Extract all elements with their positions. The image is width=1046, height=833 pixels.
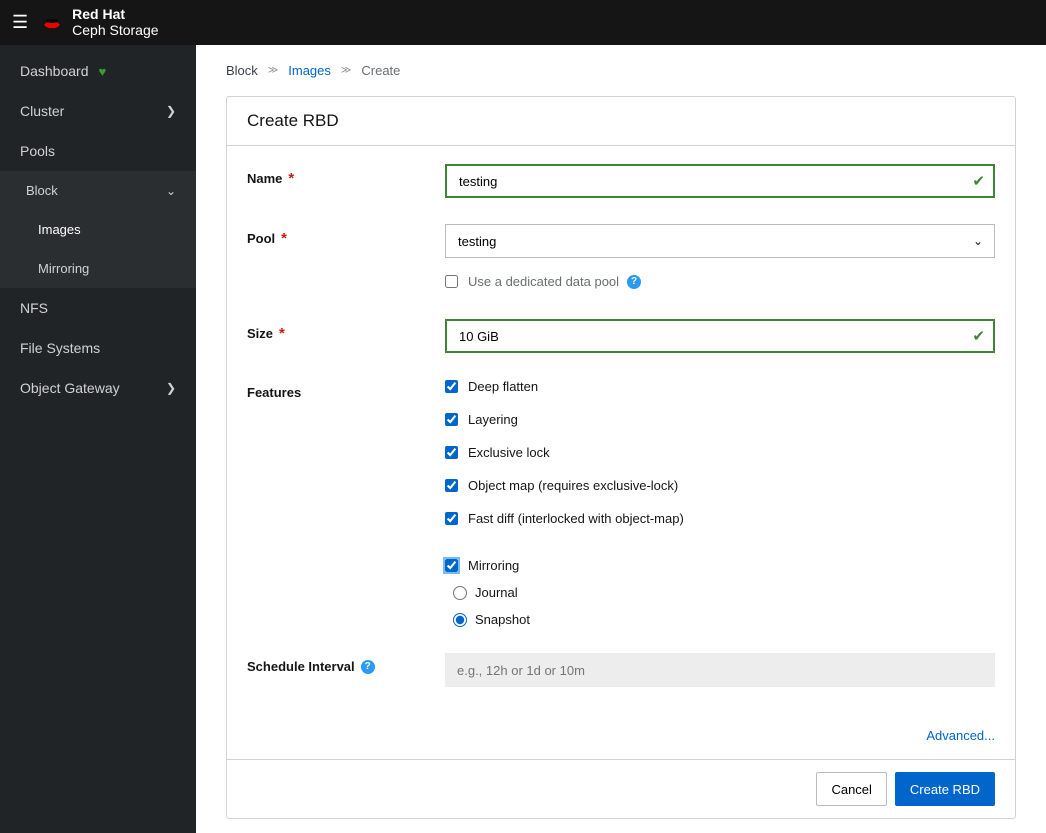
brand-line2: Ceph Storage <box>72 23 158 38</box>
top-bar: ☰ Red Hat Ceph Storage <box>0 0 1046 45</box>
create-rbd-button[interactable]: Create RBD <box>895 772 995 806</box>
mirroring-snapshot-radio[interactable] <box>453 613 467 627</box>
feature-label: Layering <box>468 412 518 427</box>
chevron-right-icon: ❯ <box>166 381 176 395</box>
help-icon[interactable]: ? <box>627 275 641 289</box>
breadcrumb-images[interactable]: Images <box>288 63 331 78</box>
required-icon: * <box>288 170 294 187</box>
dedicated-pool-checkbox[interactable] <box>445 275 458 288</box>
breadcrumb-current: Create <box>361 63 400 78</box>
redhat-icon <box>40 11 64 35</box>
feature-label: Exclusive lock <box>468 445 550 460</box>
feature-mirroring-checkbox[interactable] <box>445 559 458 572</box>
sidebar-item-block[interactable]: Block ⌄ <box>0 171 196 210</box>
breadcrumb-sep-icon: ≫ <box>341 65 351 76</box>
sidebar-item-pools[interactable]: Pools <box>0 131 196 171</box>
main-content: Block ≫ Images ≫ Create Create RBD Name … <box>196 45 1046 833</box>
feature-label: Deep flatten <box>468 379 538 394</box>
sidebar-item-object-gateway[interactable]: Object Gateway ❯ <box>0 368 196 408</box>
breadcrumb-sep-icon: ≫ <box>268 65 278 76</box>
name-input[interactable] <box>445 164 995 198</box>
required-icon: * <box>281 230 287 247</box>
sidebar-item-filesystems[interactable]: File Systems <box>0 328 196 368</box>
brand-line1: Red Hat <box>72 7 158 22</box>
feature-layering-checkbox[interactable] <box>445 413 458 426</box>
sidebar-item-label: Block <box>26 183 58 198</box>
sidebar-item-label: NFS <box>20 300 48 316</box>
mirroring-journal-radio[interactable] <box>453 586 467 600</box>
chevron-down-icon: ⌄ <box>166 184 176 198</box>
brand: Red Hat Ceph Storage <box>40 7 158 38</box>
radio-label: Journal <box>475 585 518 600</box>
sidebar-item-dashboard[interactable]: Dashboard ♥ <box>0 51 196 91</box>
breadcrumb: Block ≫ Images ≫ Create <box>196 45 1046 96</box>
card-title: Create RBD <box>227 97 1015 146</box>
sidebar-item-label: Cluster <box>20 103 64 119</box>
sidebar-item-nfs[interactable]: NFS <box>0 288 196 328</box>
radio-label: Snapshot <box>475 612 530 627</box>
size-input[interactable] <box>445 319 995 353</box>
dedicated-pool-label: Use a dedicated data pool <box>468 274 619 289</box>
feature-exclusive-lock-checkbox[interactable] <box>445 446 458 459</box>
sidebar-item-cluster[interactable]: Cluster ❯ <box>0 91 196 131</box>
menu-icon[interactable]: ☰ <box>12 12 28 33</box>
sidebar-item-label: Object Gateway <box>20 380 120 396</box>
feature-label: Mirroring <box>468 558 519 573</box>
check-icon: ✔ <box>972 327 985 345</box>
pool-select[interactable]: testing <box>445 224 995 258</box>
schedule-input[interactable] <box>445 653 995 687</box>
feature-deep-flatten-checkbox[interactable] <box>445 380 458 393</box>
features-label: Features <box>247 385 301 400</box>
sidebar-item-images[interactable]: Images <box>0 210 196 249</box>
sidebar-item-label: Mirroring <box>38 261 89 276</box>
feature-label: Fast diff (interlocked with object-map) <box>468 511 684 526</box>
sidebar-item-label: File Systems <box>20 340 100 356</box>
feature-fast-diff-checkbox[interactable] <box>445 512 458 525</box>
heartbeat-icon: ♥ <box>99 64 107 79</box>
create-rbd-card: Create RBD Name * ✔ Pool * <box>226 96 1016 819</box>
chevron-right-icon: ❯ <box>166 104 176 118</box>
check-icon: ✔ <box>972 172 985 190</box>
sidebar-item-label: Images <box>38 222 81 237</box>
feature-label: Object map (requires exclusive-lock) <box>468 478 678 493</box>
name-label: Name <box>247 171 282 186</box>
schedule-label: Schedule Interval <box>247 659 355 674</box>
pool-label: Pool <box>247 231 275 246</box>
sidebar: Dashboard ♥ Cluster ❯ Pools Block ⌄ Imag… <box>0 45 196 833</box>
breadcrumb-root: Block <box>226 63 258 78</box>
advanced-link[interactable]: Advanced... <box>926 728 995 743</box>
sidebar-item-label: Dashboard <box>20 63 89 79</box>
size-label: Size <box>247 326 273 341</box>
help-icon[interactable]: ? <box>361 660 375 674</box>
sidebar-item-label: Pools <box>20 143 55 159</box>
required-icon: * <box>279 325 285 342</box>
feature-object-map-checkbox[interactable] <box>445 479 458 492</box>
cancel-button[interactable]: Cancel <box>816 772 886 806</box>
sidebar-item-mirroring[interactable]: Mirroring <box>0 249 196 288</box>
